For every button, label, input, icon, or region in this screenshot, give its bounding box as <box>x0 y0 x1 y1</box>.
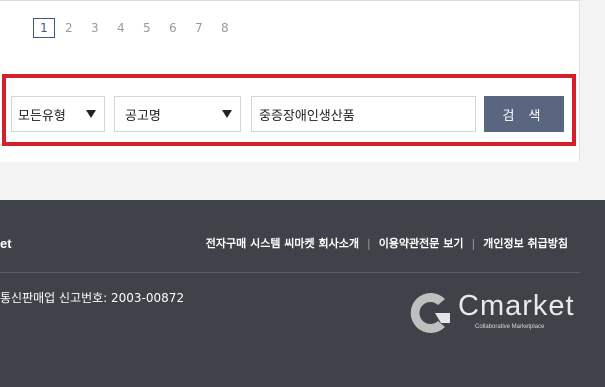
privacy-link[interactable]: 개인정보 취급방침 <box>483 235 568 251</box>
cmarket-logo-icon <box>410 293 450 333</box>
field-select[interactable]: 공고명 <box>114 96 241 132</box>
page-8[interactable]: 8 <box>221 18 247 38</box>
page-6[interactable]: 6 <box>169 18 195 38</box>
panel-divider <box>0 0 580 1</box>
dropdown-arrow-icon <box>222 110 232 118</box>
registration-number: 통신판매업 신고번호: 2003-00872 <box>0 291 185 305</box>
page-1[interactable]: 1 <box>33 18 55 38</box>
link-separator: | <box>366 236 371 250</box>
results-panel: 1 2 3 4 5 6 7 8 모든유형 공고명 검 색 <box>0 0 580 162</box>
page-7[interactable]: 7 <box>195 18 221 38</box>
type-select-value: 모든유형 <box>18 108 66 124</box>
dropdown-arrow-icon <box>86 110 96 118</box>
logo-text: Cmarket <box>458 290 575 322</box>
company-intro-link[interactable]: 전자구매 시스템 씨마켓 회사소개 <box>206 235 359 251</box>
search-button[interactable]: 검 색 <box>484 96 564 132</box>
search-input[interactable] <box>251 96 476 132</box>
field-select-value: 공고명 <box>125 108 161 124</box>
search-bar: 모든유형 공고명 검 색 <box>2 74 576 146</box>
footer-divider <box>0 272 580 273</box>
footer-brand: et <box>0 236 12 251</box>
cmarket-logo: Cmarket Collaborative Marketplace <box>405 288 575 338</box>
link-separator: | <box>471 236 476 250</box>
logo-tagline: Collaborative Marketplace <box>475 324 545 330</box>
page-5[interactable]: 5 <box>143 18 169 38</box>
page-3[interactable]: 3 <box>91 18 117 38</box>
page-4[interactable]: 4 <box>117 18 143 38</box>
type-select[interactable]: 모든유형 <box>11 96 105 132</box>
terms-link[interactable]: 이용약관전문 보기 <box>379 235 464 251</box>
footer-links: 전자구매 시스템 씨마켓 회사소개 | 이용약관전문 보기 | 개인정보 취급방… <box>206 235 568 251</box>
page-2[interactable]: 2 <box>65 18 91 38</box>
footer: et 전자구매 시스템 씨마켓 회사소개 | 이용약관전문 보기 | 개인정보 … <box>0 200 605 387</box>
pagination: 1 2 3 4 5 6 7 8 <box>33 18 247 38</box>
